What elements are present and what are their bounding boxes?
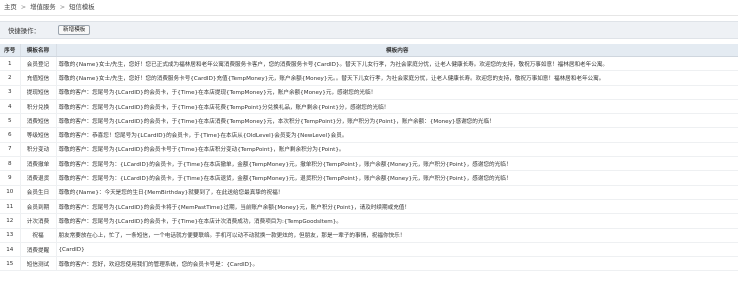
table-row[interactable]: 11 会员到期 尊敬的客户：您尾号为{LCardID}的会员卡将于{MemPastT… xyxy=(0,199,738,215)
quick-actions-toolbar: 快捷操作： 新增模板 xyxy=(0,21,738,39)
template-name: 消费退货 xyxy=(19,170,56,186)
table-row[interactable]: 4 积分兑换 尊敬的客户：您尾号为{LCardID}的会员卡，于{Time}在本店花… xyxy=(0,99,738,115)
breadcrumb-current-page: 短信模板 xyxy=(69,3,95,11)
table-header-row: 序号 模板名称 模板内容 xyxy=(0,44,738,57)
template-number: 4 xyxy=(0,99,20,115)
template-number: 10 xyxy=(0,185,20,200)
template-number: 7 xyxy=(0,142,20,158)
template-content: 尊敬的客户：您尾号为：{LCardID}的会员卡，于{Time}在本店退货，金额… xyxy=(55,170,738,186)
template-content: 尊敬的{Name}女士/先生，您好！您的消费服务卡号{CardID}充值{Tem… xyxy=(55,70,738,86)
template-content: 尊敬的客户：您尾号为{LCardID}的会员卡，于{Time}在本店提现{Tem… xyxy=(55,85,738,100)
template-name: 积分变动 xyxy=(19,142,56,158)
template-name: 祝福 xyxy=(19,228,56,243)
breadcrumb-separator: > xyxy=(59,3,66,11)
template-number: 14 xyxy=(0,242,20,258)
table-row[interactable]: 14 消费提醒 {CardID} xyxy=(0,242,738,258)
table-row[interactable]: 10 会员生日 尊敬的{Name}：今天是您的生日{MemBirthday}就要到了… xyxy=(0,185,738,200)
quick-actions-label: 快捷操作： xyxy=(8,27,40,35)
template-content: 尊敬的客户：您尾号为：{LCardID}的会员卡，于{Time}在本店撤单，金额… xyxy=(55,156,738,172)
template-number: 1 xyxy=(0,56,20,72)
template-number: 9 xyxy=(0,170,20,186)
table-row[interactable]: 1 会员登记 尊敬的{Name}女士/先生，您好！您已正式成为福林居和老年公寓消费服… xyxy=(0,56,738,72)
template-name: 消费撤单 xyxy=(19,156,56,172)
table-row[interactable]: 2 充值短信 尊敬的{Name}女士/先生，您好！您的消费服务卡号{CardID}充… xyxy=(0,70,738,86)
template-content: 尊敬的客户：您尾号为{LCardID}的会员卡，于{Time}在本店消费{Tem… xyxy=(55,113,738,129)
column-header-content: 模板内容 xyxy=(55,44,738,57)
breadcrumb-separator: > xyxy=(20,3,27,11)
template-content: 尊敬的客户：您尾号为{LCardID}的会员卡将于{MemPastTime}过期… xyxy=(55,199,738,215)
template-name: 充值短信 xyxy=(19,70,56,86)
template-number: 5 xyxy=(0,113,20,129)
template-content: 尊敬的客户：您尾号为{LCardID}的会员卡号于{Time}在本店积分变动{T… xyxy=(55,142,738,158)
column-header-no: 序号 xyxy=(0,44,20,57)
template-name: 计次消费 xyxy=(19,213,56,229)
template-number: 15 xyxy=(0,256,20,272)
template-content: 朋友常要放在心上，忙了，一条短信，一个电话就方便要联络。手机可以动不动就换一款更… xyxy=(55,228,738,243)
template-content: {CardID} xyxy=(55,242,738,258)
template-number: 6 xyxy=(0,127,20,143)
template-number: 13 xyxy=(0,228,20,243)
table-row[interactable]: 12 计次消费 尊敬的客户：您尾号为{LCardID}的会员卡，于{Time}在本店… xyxy=(0,213,738,229)
table-row[interactable]: 3 提现短信 尊敬的客户：您尾号为{LCardID}的会员卡，于{Time}在本店提… xyxy=(0,85,738,100)
template-number: 8 xyxy=(0,156,20,172)
template-number: 3 xyxy=(0,85,20,100)
template-name: 提现短信 xyxy=(19,85,56,100)
table-row[interactable]: 5 消费短信 尊敬的客户：您尾号为{LCardID}的会员卡，于{Time}在本店消… xyxy=(0,113,738,129)
template-number: 12 xyxy=(0,213,20,229)
new-template-button[interactable]: 新增模板 xyxy=(58,25,91,35)
template-content: 尊敬的客户：您好，欢迎您使用我们的管理系统，您的会员卡号是：{CardID}。 xyxy=(55,256,738,272)
breadcrumb: 主页 > 增值服务 > 短信模板 xyxy=(0,0,738,16)
table-row[interactable]: 13 祝福 朋友常要放在心上，忙了，一条短信，一个电话就方便要联络。手机可以动不动就… xyxy=(0,228,738,243)
template-number: 2 xyxy=(0,70,20,86)
template-name: 会员生日 xyxy=(19,185,56,200)
template-content: 尊敬的{Name}：今天是您的生日{MemBirthday}就要到了，在此送给您… xyxy=(55,185,738,200)
template-name: 积分兑换 xyxy=(19,99,56,115)
table-row[interactable]: 6 等级短信 尊敬的客户：恭喜您！您尾号为{LCardID}的会员卡，于{Time}… xyxy=(0,127,738,143)
template-content: 尊敬的客户：您尾号为{LCardID}的会员卡，于{Time}在本店计次消费成功… xyxy=(55,213,738,229)
template-name: 消费短信 xyxy=(19,113,56,129)
sms-template-table: 序号 模板名称 模板内容 1 会员登记 尊敬的{Name}女士/先生，您好！您已正式… xyxy=(0,44,738,272)
template-content: 尊敬的{Name}女士/先生，您好！您已正式成为福林居和老年公寓消费服务卡客户，… xyxy=(55,56,738,72)
table-row[interactable]: 9 消费退货 尊敬的客户：您尾号为：{LCardID}的会员卡，于{Time}在本店… xyxy=(0,170,738,186)
template-content: 尊敬的客户：您尾号为{LCardID}的会员卡，于{Time}在本店花费{Tem… xyxy=(55,99,738,115)
table-row[interactable]: 8 消费撤单 尊敬的客户：您尾号为：{LCardID}的会员卡，于{Time}在本店… xyxy=(0,156,738,172)
breadcrumb-section[interactable]: 增值服务 xyxy=(30,3,56,11)
template-name: 会员到期 xyxy=(19,199,56,215)
breadcrumb-home[interactable]: 主页 xyxy=(4,3,17,11)
column-header-name: 模板名称 xyxy=(19,44,56,57)
template-number: 11 xyxy=(0,199,20,215)
template-name: 短信测试 xyxy=(19,256,56,272)
template-content: 尊敬的客户：恭喜您！您尾号为{LCardID}的会员卡，于{Time}在本店从{… xyxy=(55,127,738,143)
table-row[interactable]: 15 短信测试 尊敬的客户：您好，欢迎您使用我们的管理系统，您的会员卡号是：{Car… xyxy=(0,256,738,272)
template-name: 等级短信 xyxy=(19,127,56,143)
template-name: 会员登记 xyxy=(19,56,56,72)
table-row[interactable]: 7 积分变动 尊敬的客户：您尾号为{LCardID}的会员卡号于{Time}在本店积… xyxy=(0,142,738,158)
template-name: 消费提醒 xyxy=(19,242,56,258)
